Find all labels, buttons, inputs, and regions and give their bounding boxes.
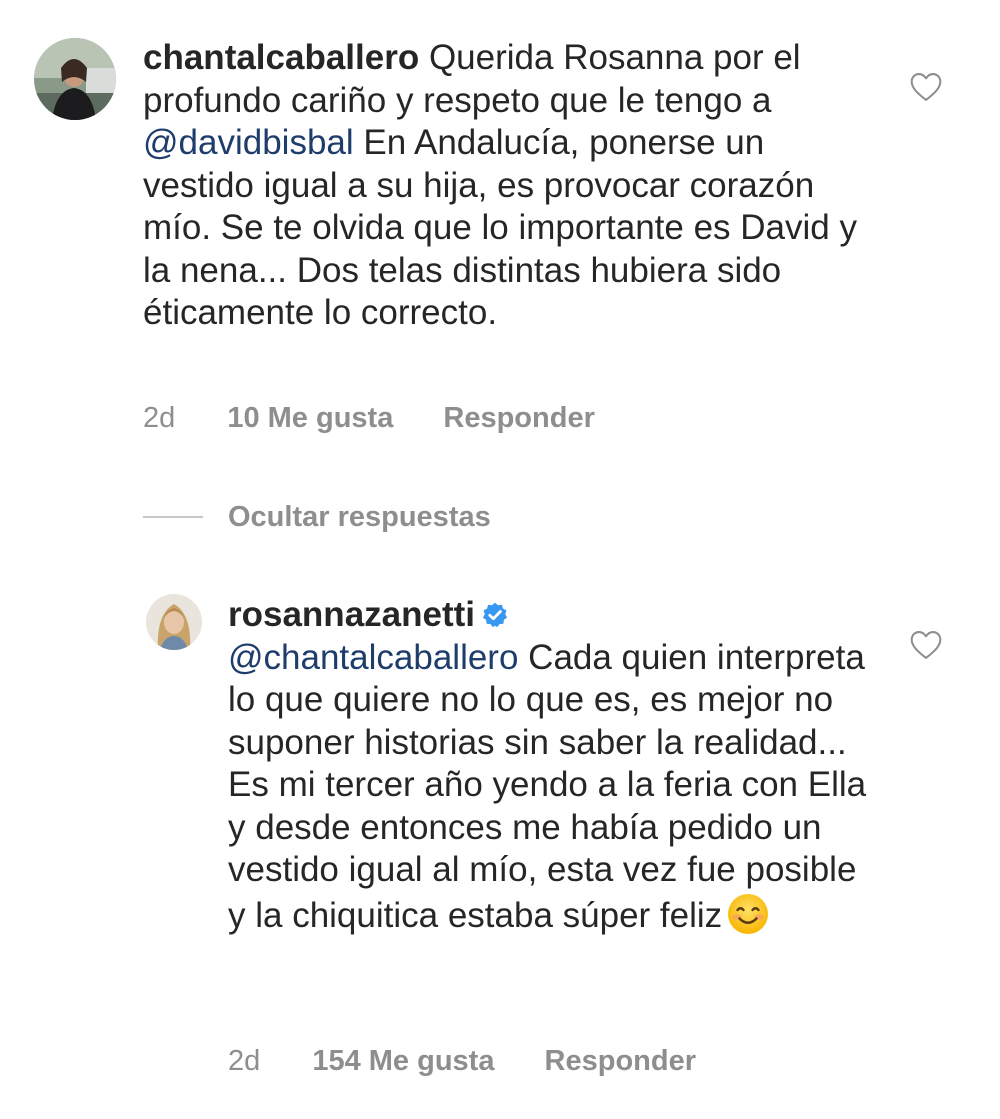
comment-likes-link[interactable]: 10 Me gusta <box>227 402 393 435</box>
reply-avatar-photo <box>146 594 202 650</box>
comment-time: 2d <box>143 402 176 434</box>
comment-username[interactable]: chantalcaballero <box>143 38 419 77</box>
reply-mention-link[interactable]: @chantalcaballero <box>228 638 518 677</box>
smiling-face-emoji <box>728 893 769 934</box>
heart-icon[interactable] <box>909 72 943 102</box>
hide-replies-button[interactable]: Ocultar respuestas <box>143 497 491 537</box>
reply-time: 2d <box>228 1045 261 1077</box>
hide-replies-divider <box>143 516 203 518</box>
reply-meta: 2d 154 Me gusta Responder <box>228 1045 696 1078</box>
avatar-photo <box>34 38 116 120</box>
reply-likes-link[interactable]: 154 Me gusta <box>312 1045 494 1078</box>
reply-avatar[interactable] <box>146 594 202 650</box>
reply-text: rosannazanetti @chantalcaballero Cada qui… <box>228 594 868 937</box>
comment-reply-button[interactable]: Responder <box>443 402 594 435</box>
avatar[interactable] <box>34 38 116 120</box>
comment-text: chantalcaballero Querida Rosanna por el … <box>143 37 883 335</box>
comment-mention-link[interactable]: @davidbisbal <box>143 123 354 162</box>
verified-badge-icon <box>482 602 508 628</box>
hide-replies-label: Ocultar respuestas <box>228 500 491 533</box>
reply-heart-icon[interactable] <box>909 630 943 660</box>
comment-meta: 2d 10 Me gusta Responder <box>143 402 595 435</box>
reply-body: Cada quien interpreta lo que quiere no l… <box>228 637 867 935</box>
reply-username[interactable]: rosannazanetti <box>228 595 475 634</box>
reply-reply-button[interactable]: Responder <box>545 1045 696 1078</box>
